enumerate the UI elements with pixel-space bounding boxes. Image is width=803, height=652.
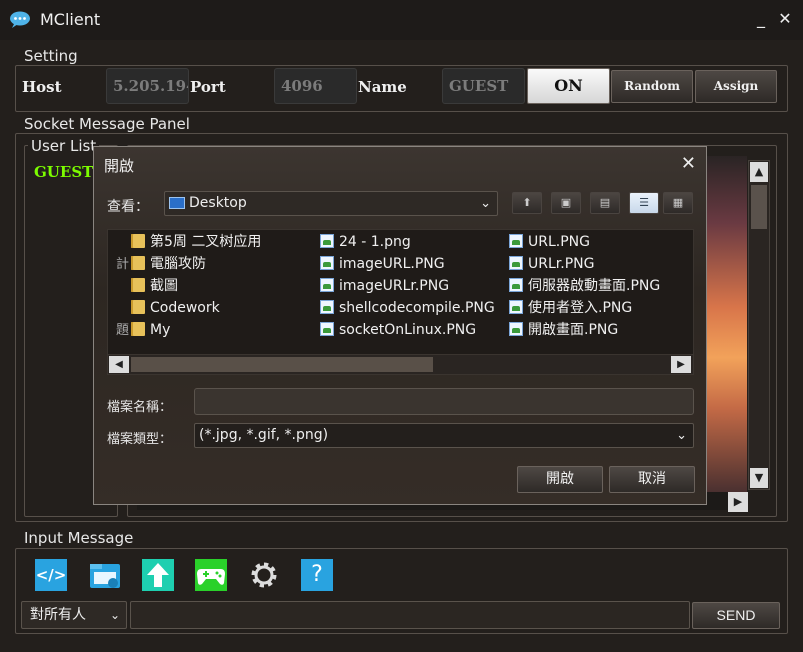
input-message-label: Input Message xyxy=(21,529,137,547)
upload-icon[interactable] xyxy=(142,559,174,591)
folder-icon xyxy=(131,256,145,270)
list-item[interactable]: 題 My xyxy=(116,319,261,341)
folder-icon xyxy=(131,300,145,314)
filename-input[interactable] xyxy=(194,388,694,415)
window-title: MClient xyxy=(40,10,101,29)
list-item[interactable]: 截圖 xyxy=(116,275,261,297)
detail-view-icon[interactable]: ▦ xyxy=(663,192,693,214)
title-bar: MClient _ ✕ xyxy=(0,0,803,40)
chevron-down-icon: ⌄ xyxy=(480,196,491,211)
list-item[interactable]: URL.PNG xyxy=(509,231,660,253)
up-folder-icon[interactable]: ⬆ xyxy=(512,192,542,214)
user-list-label: User List xyxy=(28,137,100,155)
open-file-dialog: 開啟 ✕ 查看： Desktop ⌄ ⬆ ▣ ▤ ☰ ▦ 第5周 二叉树应用 計… xyxy=(93,146,707,505)
send-button[interactable]: SEND xyxy=(692,602,780,629)
image-file-icon xyxy=(509,322,523,336)
gear-icon[interactable] xyxy=(248,559,280,591)
list-item[interactable]: imageURL.PNG xyxy=(320,253,495,275)
image-file-icon xyxy=(509,234,523,248)
random-button[interactable]: Random xyxy=(611,70,693,103)
list-item[interactable]: shellcodecompile.PNG xyxy=(320,297,495,319)
look-in-label: 查看： xyxy=(107,199,149,215)
list-item[interactable]: 計電腦攻防 xyxy=(116,253,261,275)
message-vscrollbar[interactable]: ▲ ▼ xyxy=(748,160,770,490)
hscroll-thumb[interactable] xyxy=(131,357,433,372)
list-item[interactable]: URLr.PNG xyxy=(509,253,660,275)
port-label: Port xyxy=(190,78,226,96)
chevron-down-icon: ⌄ xyxy=(109,608,120,622)
filetype-label: 檔案類型： xyxy=(107,432,173,447)
scroll-right-icon[interactable]: ▶ xyxy=(671,356,691,373)
chevron-down-icon: ⌄ xyxy=(676,428,687,443)
on-button[interactable]: ON xyxy=(527,68,610,104)
cancel-button[interactable]: 取消 xyxy=(609,466,695,493)
host-field[interactable]: 5.205.194 xyxy=(106,68,189,104)
desktop-nav-icon[interactable]: ▣ xyxy=(551,192,581,214)
recipient-value: 對所有人 xyxy=(30,607,86,623)
list-view-icon[interactable]: ☰ xyxy=(629,192,659,214)
list-item[interactable]: 開啟畫面.PNG xyxy=(509,319,660,341)
image-file-icon xyxy=(320,234,334,248)
recipient-select[interactable]: 對所有人 ⌄ xyxy=(21,601,127,629)
image-file-icon xyxy=(509,300,523,314)
filename-label: 檔案名稱： xyxy=(107,400,173,415)
filetype-value: (*.jpg, *.gif, *.png) xyxy=(199,427,329,443)
list-item[interactable]: imageURLr.PNG xyxy=(320,275,495,297)
setting-label: Setting xyxy=(21,47,81,65)
main-window: MClient _ ✕ Setting Host 5.205.194 Port … xyxy=(0,0,803,652)
socket-panel-label: Socket Message Panel xyxy=(21,115,193,133)
image-preview xyxy=(700,156,747,492)
code-icon[interactable]: </> xyxy=(35,559,67,591)
host-label: Host xyxy=(22,78,62,96)
look-in-select[interactable]: Desktop ⌄ xyxy=(164,191,498,216)
list-item[interactable]: 伺服器啟動畫面.PNG xyxy=(509,275,660,297)
minimize-button[interactable]: _ xyxy=(752,10,770,28)
folder-icon xyxy=(131,234,145,248)
desktop-icon xyxy=(169,197,185,209)
dialog-close-icon[interactable]: ✕ xyxy=(681,153,696,174)
gamepad-icon[interactable] xyxy=(195,559,227,591)
image-file-icon xyxy=(320,300,334,314)
name-field[interactable]: GUEST xyxy=(442,68,525,104)
new-folder-icon[interactable]: ▤ xyxy=(590,192,620,214)
scroll-thumb[interactable] xyxy=(751,185,767,229)
assign-button[interactable]: Assign xyxy=(695,70,777,103)
folder-icon xyxy=(131,322,145,336)
port-field[interactable]: 4096 xyxy=(274,68,357,104)
file-column-2: 24 - 1.png imageURL.PNG imageURLr.PNG sh… xyxy=(320,231,495,341)
scroll-left-icon[interactable]: ◀ xyxy=(109,356,129,373)
list-item[interactable]: 24 - 1.png xyxy=(320,231,495,253)
image-file-icon xyxy=(509,278,523,292)
scroll-down-icon[interactable]: ▼ xyxy=(750,468,768,488)
open-button[interactable]: 開啟 xyxy=(517,466,603,493)
folder-icon xyxy=(131,278,145,292)
scroll-right-icon[interactable]: ▶ xyxy=(728,492,748,512)
user-list-item[interactable]: GUEST xyxy=(34,163,93,181)
filetype-select[interactable]: (*.jpg, *.gif, *.png) ⌄ xyxy=(194,423,694,448)
dialog-title: 開啟 xyxy=(104,157,135,175)
message-input[interactable] xyxy=(130,601,690,629)
image-file-icon xyxy=(320,322,334,336)
file-column-3: URL.PNG URLr.PNG 伺服器啟動畫面.PNG 使用者登入.PNG 開… xyxy=(509,231,660,341)
look-in-value: Desktop xyxy=(189,195,247,211)
name-label: Name xyxy=(358,78,407,96)
file-list: 第5周 二叉树应用 計電腦攻防 截圖 Codework 題 My 24 - 1.p… xyxy=(107,229,694,375)
close-button[interactable]: ✕ xyxy=(776,10,794,28)
help-icon[interactable]: ? xyxy=(301,559,333,591)
image-file-icon xyxy=(320,278,334,292)
scroll-up-icon[interactable]: ▲ xyxy=(750,162,768,182)
list-item[interactable]: 第5周 二叉树应用 xyxy=(116,231,261,253)
file-column-1: 第5周 二叉树应用 計電腦攻防 截圖 Codework 題 My xyxy=(116,231,261,341)
list-item[interactable]: socketOnLinux.PNG xyxy=(320,319,495,341)
list-item[interactable]: 使用者登入.PNG xyxy=(509,297,660,319)
image-file-icon xyxy=(320,256,334,270)
file-list-hscrollbar[interactable]: ◀ ▶ xyxy=(108,354,693,374)
chat-bubble-icon xyxy=(10,11,30,28)
image-file-icon[interactable] xyxy=(89,559,121,591)
list-item[interactable]: Codework xyxy=(116,297,261,319)
image-file-icon xyxy=(509,256,523,270)
